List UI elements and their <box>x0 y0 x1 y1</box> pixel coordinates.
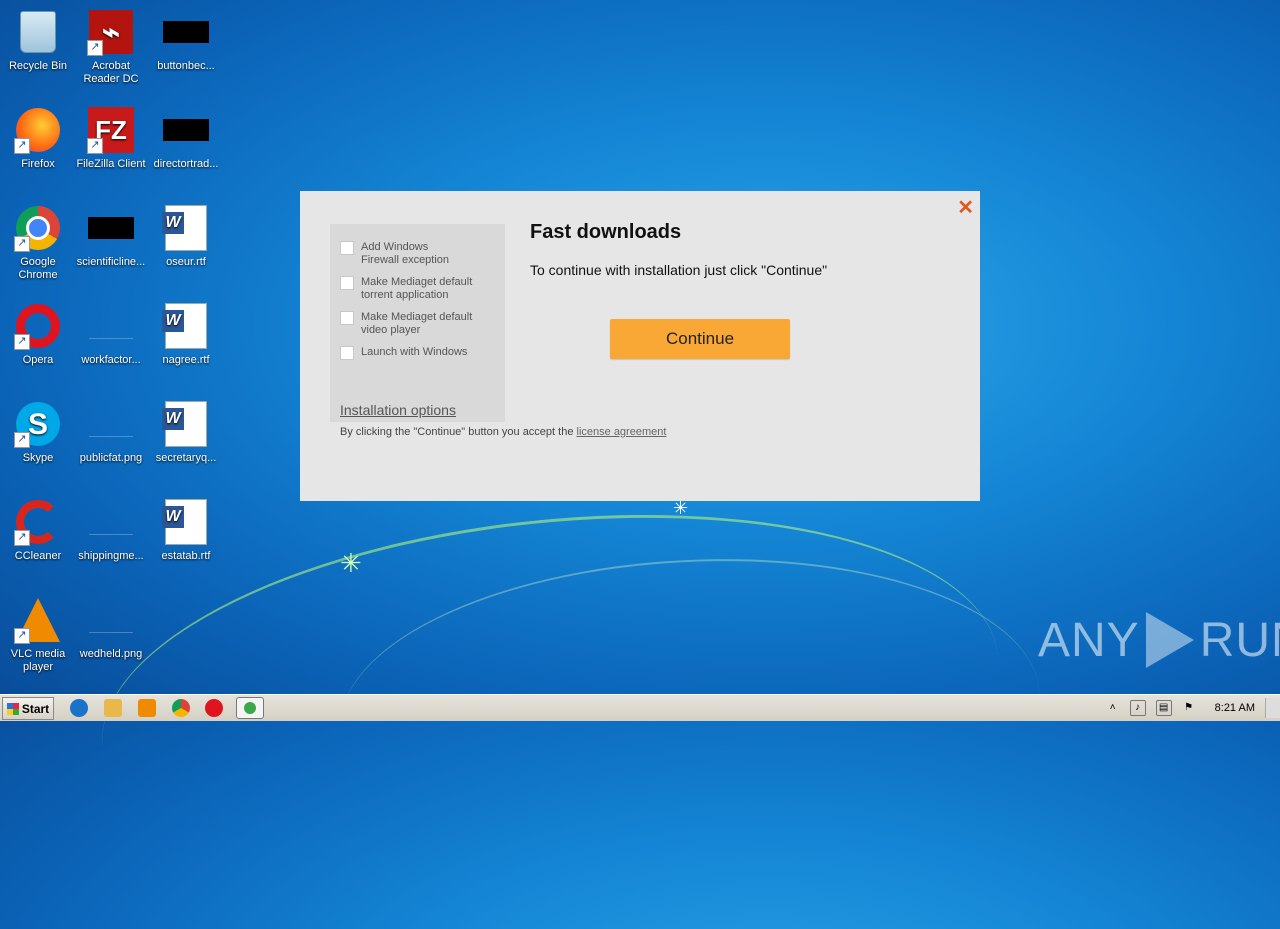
legal-notice: By clicking the "Continue" button you ac… <box>340 426 667 438</box>
shortcut-arrow-icon: ↗ <box>87 40 103 56</box>
option-launch-with-windows[interactable]: Launch with Windows <box>340 346 491 360</box>
network-icon[interactable]: ▤ <box>1155 700 1172 716</box>
mediaget-taskbar-button[interactable] <box>236 697 264 719</box>
video-player-checkbox[interactable] <box>340 311 354 325</box>
show-desktop-button[interactable] <box>1265 698 1280 718</box>
option-firewall-exception[interactable]: Add Windows Firewall exception <box>340 241 461 267</box>
wallpaper-spark: ✳ <box>673 498 689 518</box>
desktop-icon-buttonbec[interactable]: buttonbec... <box>148 8 224 73</box>
desktop-icon-filezilla[interactable]: FZ ↗ FileZilla Client <box>73 106 149 171</box>
close-icon[interactable]: ✕ <box>957 195 974 220</box>
desktop-icon-oseur[interactable]: W oseur.rtf <box>148 204 224 269</box>
recycle-bin-icon <box>20 11 56 53</box>
system-tray: ˄ ♪ ▤ ⚑ 8:21 AM <box>1101 697 1280 719</box>
installer-dialog: ✕ Add Windows Firewall exception Make Me… <box>300 191 980 501</box>
desktop-icon-skype[interactable]: S ↗ Skype <box>0 400 76 465</box>
file-thumbnail-icon <box>163 119 209 141</box>
desktop-icon-acrobat[interactable]: ⌁ ↗ Acrobat Reader DC <box>73 8 149 86</box>
opera-taskbar-icon[interactable] <box>205 699 223 717</box>
word-document-icon: W <box>162 303 207 349</box>
word-document-icon: W <box>162 499 207 545</box>
wallpaper-spark: ✳ <box>340 548 362 578</box>
desktop-icon-secretaryq[interactable]: W secretaryq... <box>148 400 224 465</box>
shortcut-arrow-icon: ↗ <box>14 236 30 252</box>
word-document-icon: W <box>162 205 207 251</box>
action-center-flag-icon[interactable]: ⚑ <box>1182 701 1196 715</box>
dialog-subtitle: To continue with installation just click… <box>530 262 828 278</box>
show-hidden-icons-icon[interactable]: ˄ <box>1106 701 1120 715</box>
windows-logo-icon <box>6 702 19 715</box>
file-explorer-icon[interactable] <box>104 699 122 717</box>
word-document-icon: W <box>162 401 207 447</box>
taskbar: Start ˄ ♪ ▤ ⚑ 8:21 AM <box>0 694 1280 721</box>
image-file-icon <box>89 510 133 535</box>
desktop-icon-recycle-bin[interactable]: Recycle Bin <box>0 8 76 73</box>
firewall-checkbox[interactable] <box>340 241 354 255</box>
continue-button[interactable]: Continue <box>610 319 790 359</box>
installation-options-link[interactable]: Installation options <box>340 402 456 418</box>
shortcut-arrow-icon: ↗ <box>14 628 30 644</box>
torrent-checkbox[interactable] <box>340 276 354 290</box>
desktop-icon-opera[interactable]: ↗ Opera <box>0 302 76 367</box>
desktop-icon-directortrad[interactable]: directortrad... <box>148 106 224 171</box>
option-default-video-player[interactable]: Make Mediaget default video player <box>340 311 486 337</box>
image-file-icon <box>89 412 133 437</box>
desktop-icon-vlc[interactable]: ↗ VLC media player <box>0 596 76 674</box>
desktop-icon-nagree[interactable]: W nagree.rtf <box>148 302 224 367</box>
media-player-icon[interactable] <box>138 699 156 717</box>
shortcut-arrow-icon: ↗ <box>14 530 30 546</box>
chrome-taskbar-icon[interactable] <box>172 699 190 717</box>
desktop-icon-ccleaner[interactable]: ↗ CCleaner <box>0 498 76 563</box>
option-default-torrent[interactable]: Make Mediaget default torrent applicatio… <box>340 276 486 302</box>
desktop-icon-wedheld[interactable]: wedheld.png <box>73 596 149 661</box>
image-file-icon <box>89 608 133 633</box>
clock[interactable]: 8:21 AM <box>1215 702 1255 714</box>
anyrun-watermark: ANY RUN <box>1038 612 1280 668</box>
file-thumbnail-icon <box>163 21 209 43</box>
desktop-icon-shippingme[interactable]: shippingme... <box>73 498 149 563</box>
desktop-icon-firefox[interactable]: ↗ Firefox <box>0 106 76 171</box>
desktop-icon-publicfat[interactable]: publicfat.png <box>73 400 149 465</box>
shortcut-arrow-icon: ↗ <box>14 334 30 350</box>
shortcut-arrow-icon: ↗ <box>14 138 30 154</box>
desktop-icon-workfactor[interactable]: workfactor... <box>73 302 149 367</box>
dialog-title: Fast downloads <box>530 221 682 243</box>
play-icon <box>1145 612 1194 668</box>
shortcut-arrow-icon: ↗ <box>14 432 30 448</box>
license-agreement-link[interactable]: license agreement <box>577 426 667 438</box>
file-thumbnail-icon <box>88 217 134 239</box>
desktop-icon-estatab[interactable]: W estatab.rtf <box>148 498 224 563</box>
desktop-icon-scientificline[interactable]: scientificline... <box>73 204 149 269</box>
volume-icon[interactable]: ♪ <box>1129 700 1146 716</box>
shortcut-arrow-icon: ↗ <box>87 138 103 154</box>
internet-explorer-icon[interactable] <box>70 699 88 717</box>
start-button[interactable]: Start <box>2 697 54 720</box>
launch-checkbox[interactable] <box>340 346 354 360</box>
desktop-icon-chrome[interactable]: ↗ Google Chrome <box>0 204 76 282</box>
installation-options-panel: Add Windows Firewall exception Make Medi… <box>330 224 505 422</box>
mediaget-icon <box>244 702 256 714</box>
image-file-icon <box>89 314 133 339</box>
